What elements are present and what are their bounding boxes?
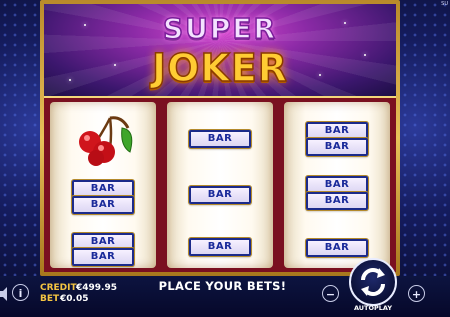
bar-symbol: BAR: [306, 239, 368, 257]
speaker-icon[interactable]: [0, 287, 9, 301]
logo-panel: SUPER JOKER: [44, 4, 396, 98]
credit-value: €499.95: [76, 283, 117, 293]
info-icon[interactable]: i: [12, 284, 29, 301]
logo-super-text: SUPER: [162, 11, 278, 46]
spin-button[interactable]: [349, 258, 397, 306]
bar-symbol: BAR: [189, 238, 251, 256]
reel-3: BAR BAR BAR BAR BAR: [284, 102, 390, 268]
reel-2: BAR BAR BAR: [167, 102, 273, 268]
bet-value: €0.05: [60, 294, 89, 304]
minus-icon[interactable]: −: [322, 285, 339, 302]
status-message: PLACE YOUR BETS!: [158, 279, 287, 293]
bar-symbol: BAR: [189, 186, 251, 204]
corner-label: SU: [441, 1, 448, 7]
spin-arrows-icon: [361, 268, 385, 296]
reel-area: BAR BAR BAR BAR BAR BAR BAR BAR BAR BAR …: [44, 98, 396, 272]
reel-1: BAR BAR BAR BAR: [50, 102, 156, 268]
bar-symbol: BAR: [306, 192, 368, 210]
bar-symbol: BAR: [72, 196, 134, 214]
bar-symbol: BAR: [72, 248, 134, 266]
bar-symbol: BAR: [306, 138, 368, 156]
credit-label: CREDIT: [40, 283, 77, 293]
plus-icon[interactable]: +: [408, 285, 425, 302]
bar-symbol: BAR: [189, 130, 251, 148]
autoplay-label[interactable]: AUTOPLAY: [350, 304, 396, 312]
logo-joker-text: JOKER: [151, 45, 289, 91]
cherry-icon: [79, 116, 133, 166]
bet-label: BET: [40, 294, 60, 304]
